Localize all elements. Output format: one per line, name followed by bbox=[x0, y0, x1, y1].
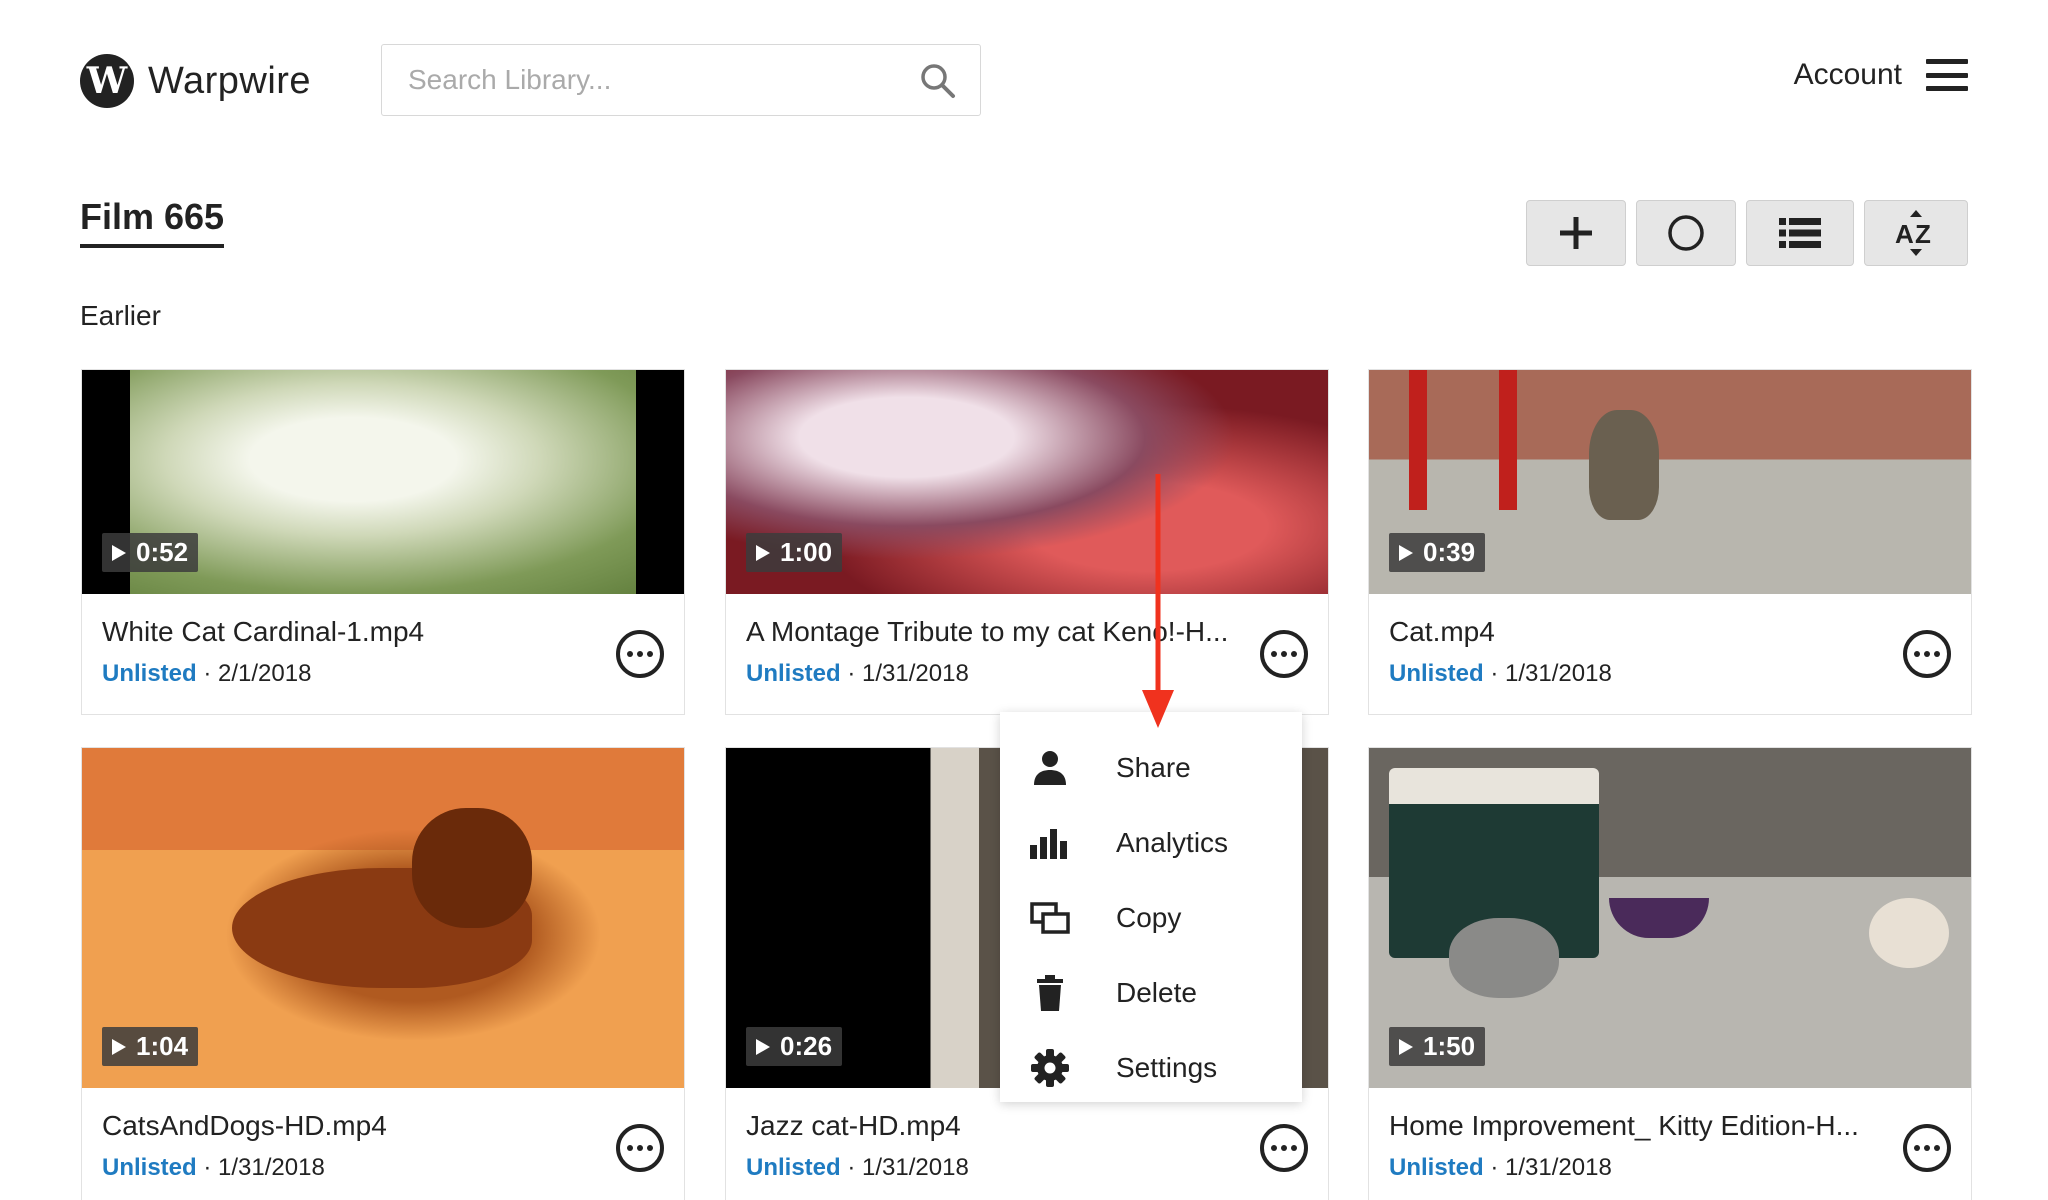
video-card[interactable]: 1:50 Home Improvement_ Kitty Edition-H..… bbox=[1368, 747, 1972, 1200]
menu-item-settings[interactable]: Settings bbox=[1000, 1030, 1302, 1105]
annotation-arrow bbox=[1142, 474, 1174, 728]
toolbar: A Z bbox=[1526, 200, 1968, 266]
video-thumbnail[interactable]: 0:52 bbox=[82, 370, 684, 594]
warpwire-logo-icon: W bbox=[80, 54, 134, 108]
video-date: 1/31/2018 bbox=[1505, 660, 1612, 687]
video-date: 1/31/2018 bbox=[218, 1154, 325, 1181]
gear-icon bbox=[1030, 1048, 1070, 1088]
play-icon bbox=[1399, 544, 1413, 561]
account-label: Account bbox=[1793, 58, 1902, 91]
app-name: Warpwire bbox=[148, 59, 312, 102]
status-link[interactable]: Unlisted bbox=[1389, 660, 1484, 687]
play-icon bbox=[112, 1038, 126, 1055]
video-meta: Unlisted · 2/1/2018 bbox=[102, 660, 312, 687]
menu-item-label: Analytics bbox=[1116, 826, 1229, 858]
copy-icon bbox=[1030, 898, 1070, 938]
play-icon bbox=[112, 544, 126, 561]
status-link[interactable]: Unlisted bbox=[1389, 1154, 1484, 1181]
svg-text:Z: Z bbox=[1915, 219, 1931, 249]
video-date: 1/31/2018 bbox=[862, 660, 969, 687]
more-options-icon[interactable] bbox=[616, 630, 664, 678]
context-menu: Share Analytics Copy Delete Settings bbox=[1000, 712, 1302, 1102]
circle-icon bbox=[1668, 215, 1704, 251]
duration-text: 0:39 bbox=[1423, 537, 1476, 567]
svg-text:A: A bbox=[1895, 219, 1914, 249]
trash-icon bbox=[1030, 973, 1070, 1013]
play-icon bbox=[756, 1038, 770, 1055]
section-label: Earlier bbox=[80, 300, 161, 331]
duration-badge: 1:04 bbox=[102, 1027, 199, 1066]
menu-item-delete[interactable]: Delete bbox=[1000, 955, 1302, 1030]
more-options-icon[interactable] bbox=[1903, 630, 1951, 678]
record-button[interactable] bbox=[1636, 200, 1736, 266]
duration-text: 1:04 bbox=[136, 1031, 189, 1061]
menu-item-label: Settings bbox=[1116, 1051, 1218, 1083]
video-date: 2/1/2018 bbox=[218, 660, 312, 687]
account-menu[interactable]: Account bbox=[1794, 58, 1968, 92]
logo[interactable]: W Warpwire bbox=[80, 54, 311, 108]
menu-item-label: Copy bbox=[1116, 901, 1182, 933]
video-title[interactable]: Cat.mp4 bbox=[1389, 616, 1889, 648]
duration-text: 0:52 bbox=[136, 537, 189, 567]
status-link[interactable]: Unlisted bbox=[102, 1154, 197, 1181]
menu-item-share[interactable]: Share bbox=[1000, 730, 1302, 805]
menu-item-copy[interactable]: Copy bbox=[1000, 880, 1302, 955]
more-options-icon[interactable] bbox=[1903, 1124, 1951, 1172]
video-meta: Unlisted · 1/31/2018 bbox=[1389, 1154, 1612, 1181]
duration-badge: 1:50 bbox=[1389, 1027, 1486, 1066]
video-thumbnail[interactable]: 1:00 bbox=[726, 370, 1328, 594]
more-options-icon[interactable] bbox=[1260, 1124, 1308, 1172]
duration-badge: 0:39 bbox=[1389, 533, 1486, 572]
duration-text: 0:26 bbox=[780, 1031, 833, 1061]
video-meta: Unlisted · 1/31/2018 bbox=[1389, 660, 1612, 687]
status-link[interactable]: Unlisted bbox=[746, 660, 841, 687]
video-date: 1/31/2018 bbox=[862, 1154, 969, 1181]
video-thumbnail[interactable]: 1:04 bbox=[82, 748, 684, 1088]
video-title[interactable]: CatsAndDogs-HD.mp4 bbox=[102, 1110, 602, 1142]
menu-item-label: Share bbox=[1116, 751, 1191, 783]
add-button[interactable] bbox=[1526, 200, 1626, 266]
video-card[interactable]: 1:00 A Montage Tribute to my cat Keno!-H… bbox=[725, 369, 1329, 715]
search-icon[interactable] bbox=[918, 61, 958, 101]
video-title[interactable]: White Cat Cardinal-1.mp4 bbox=[102, 616, 602, 648]
more-options-icon[interactable] bbox=[1260, 630, 1308, 678]
video-title[interactable]: Jazz cat-HD.mp4 bbox=[746, 1110, 1246, 1142]
list-view-button[interactable] bbox=[1746, 200, 1854, 266]
bar-chart-icon bbox=[1030, 823, 1070, 863]
video-thumbnail[interactable]: 1:50 bbox=[1369, 748, 1971, 1088]
duration-badge: 1:00 bbox=[746, 533, 843, 572]
status-link[interactable]: Unlisted bbox=[102, 660, 197, 687]
duration-text: 1:00 bbox=[780, 537, 833, 567]
duration-badge: 0:52 bbox=[102, 533, 199, 572]
list-view-icon bbox=[1779, 218, 1821, 248]
more-options-icon[interactable] bbox=[616, 1124, 664, 1172]
video-thumbnail[interactable]: 0:39 bbox=[1369, 370, 1971, 594]
search-box bbox=[381, 44, 981, 116]
video-card[interactable]: 1:04 CatsAndDogs-HD.mp4 Unlisted · 1/31/… bbox=[81, 747, 685, 1200]
video-meta: Unlisted · 1/31/2018 bbox=[102, 1154, 325, 1181]
hamburger-menu-icon[interactable] bbox=[1926, 59, 1968, 91]
menu-item-analytics[interactable]: Analytics bbox=[1000, 805, 1302, 880]
plus-icon bbox=[1560, 217, 1592, 249]
play-icon bbox=[1399, 1038, 1413, 1055]
video-meta: Unlisted · 1/31/2018 bbox=[746, 1154, 969, 1181]
duration-text: 1:50 bbox=[1423, 1031, 1476, 1061]
video-card[interactable]: 0:52 White Cat Cardinal-1.mp4 Unlisted ·… bbox=[81, 369, 685, 715]
video-date: 1/31/2018 bbox=[1505, 1154, 1612, 1181]
status-link[interactable]: Unlisted bbox=[746, 1154, 841, 1181]
sort-az-icon: A Z bbox=[1895, 210, 1931, 256]
page-title[interactable]: Film 665 bbox=[80, 196, 225, 248]
sort-button[interactable]: A Z bbox=[1864, 200, 1968, 266]
video-title[interactable]: Home Improvement_ Kitty Edition-H... bbox=[1389, 1110, 1889, 1142]
menu-item-label: Delete bbox=[1116, 976, 1197, 1008]
video-card[interactable]: 0:39 Cat.mp4 Unlisted · 1/31/2018 bbox=[1368, 369, 1972, 715]
duration-badge: 0:26 bbox=[746, 1027, 843, 1066]
search-input[interactable] bbox=[382, 45, 882, 115]
person-icon bbox=[1030, 748, 1070, 788]
play-icon bbox=[756, 544, 770, 561]
video-meta: Unlisted · 1/31/2018 bbox=[746, 660, 969, 687]
